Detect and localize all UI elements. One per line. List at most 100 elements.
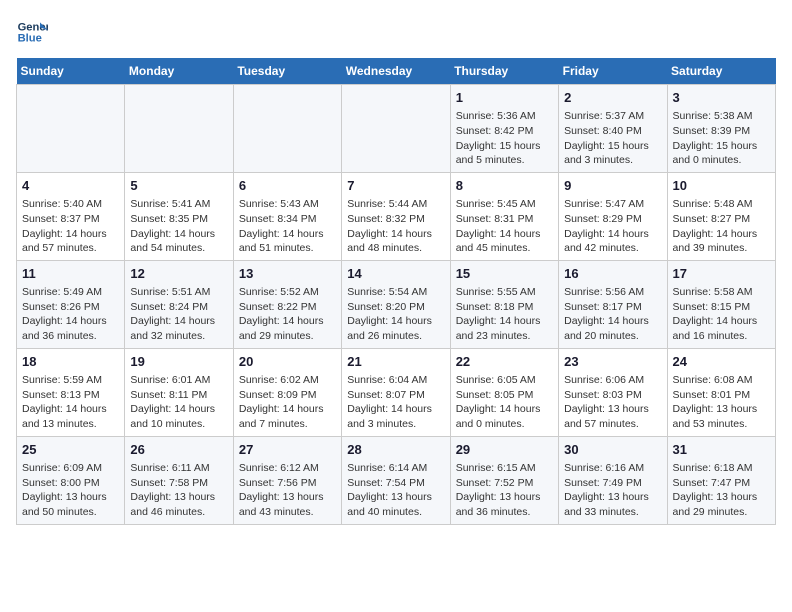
calendar-cell: 11 Sunrise: 5:49 AM Sunset: 8:26 PM Dayli… bbox=[17, 260, 125, 348]
calendar-cell: 9Sunrise: 5:47 AM Sunset: 8:29 PM Daylig… bbox=[559, 172, 667, 260]
day-number: 26 bbox=[130, 441, 227, 459]
calendar-table: SundayMondayTuesdayWednesdayThursdayFrid… bbox=[16, 58, 776, 525]
day-number: 31 bbox=[673, 441, 770, 459]
calendar-cell: 30 Sunrise: 6:16 AM Sunset: 7:49 PM Dayli… bbox=[559, 436, 667, 524]
day-content: Sunrise: 6:18 AM Sunset: 7:47 PM Dayligh… bbox=[673, 461, 770, 520]
day-number: 23 bbox=[564, 353, 661, 371]
day-number: 25 bbox=[22, 441, 119, 459]
calendar-cell: 14 Sunrise: 5:54 AM Sunset: 8:20 PM Dayli… bbox=[342, 260, 450, 348]
day-content: Sunrise: 5:37 AM Sunset: 8:40 PM Dayligh… bbox=[564, 109, 661, 168]
logo: General Blue bbox=[16, 16, 52, 48]
page-header: General Blue bbox=[16, 16, 776, 48]
day-content: Sunrise: 6:14 AM Sunset: 7:54 PM Dayligh… bbox=[347, 461, 444, 520]
day-header-monday: Monday bbox=[125, 58, 233, 85]
day-number: 10 bbox=[673, 177, 770, 195]
day-number: 12 bbox=[130, 265, 227, 283]
day-content: Sunrise: 6:09 AM Sunset: 8:00 PM Dayligh… bbox=[22, 461, 119, 520]
calendar-cell bbox=[342, 85, 450, 173]
day-number: 21 bbox=[347, 353, 444, 371]
calendar-cell: 17Sunrise: 5:58 AM Sunset: 8:15 PM Dayli… bbox=[667, 260, 775, 348]
day-content: Sunrise: 6:01 AM Sunset: 8:11 PM Dayligh… bbox=[130, 373, 227, 432]
calendar-cell: 5Sunrise: 5:41 AM Sunset: 8:35 PM Daylig… bbox=[125, 172, 233, 260]
day-header-sunday: Sunday bbox=[17, 58, 125, 85]
calendar-cell: 18 Sunrise: 5:59 AM Sunset: 8:13 PM Dayli… bbox=[17, 348, 125, 436]
day-number: 17 bbox=[673, 265, 770, 283]
calendar-week-row: 11 Sunrise: 5:49 AM Sunset: 8:26 PM Dayli… bbox=[17, 260, 776, 348]
day-content: Sunrise: 5:44 AM Sunset: 8:32 PM Dayligh… bbox=[347, 197, 444, 256]
day-number: 29 bbox=[456, 441, 553, 459]
calendar-week-row: 4 Sunrise: 5:40 AM Sunset: 8:37 PM Daylig… bbox=[17, 172, 776, 260]
day-number: 4 bbox=[22, 177, 119, 195]
calendar-cell: 2 Sunrise: 5:37 AM Sunset: 8:40 PM Daylig… bbox=[559, 85, 667, 173]
day-content: Sunrise: 6:15 AM Sunset: 7:52 PM Dayligh… bbox=[456, 461, 553, 520]
calendar-cell: 16Sunrise: 5:56 AM Sunset: 8:17 PM Dayli… bbox=[559, 260, 667, 348]
day-number: 13 bbox=[239, 265, 336, 283]
calendar-cell: 1Sunrise: 5:36 AM Sunset: 8:42 PM Daylig… bbox=[450, 85, 558, 173]
calendar-cell: 4 Sunrise: 5:40 AM Sunset: 8:37 PM Daylig… bbox=[17, 172, 125, 260]
calendar-week-row: 1Sunrise: 5:36 AM Sunset: 8:42 PM Daylig… bbox=[17, 85, 776, 173]
day-content: Sunrise: 5:45 AM Sunset: 8:31 PM Dayligh… bbox=[456, 197, 553, 256]
day-number: 20 bbox=[239, 353, 336, 371]
calendar-cell: 29 Sunrise: 6:15 AM Sunset: 7:52 PM Dayli… bbox=[450, 436, 558, 524]
calendar-cell: 25 Sunrise: 6:09 AM Sunset: 8:00 PM Dayli… bbox=[17, 436, 125, 524]
day-content: Sunrise: 6:05 AM Sunset: 8:05 PM Dayligh… bbox=[456, 373, 553, 432]
calendar-cell: 13 Sunrise: 5:52 AM Sunset: 8:22 PM Dayli… bbox=[233, 260, 341, 348]
calendar-cell bbox=[17, 85, 125, 173]
calendar-cell: 23 Sunrise: 6:06 AM Sunset: 8:03 PM Dayli… bbox=[559, 348, 667, 436]
day-content: Sunrise: 5:54 AM Sunset: 8:20 PM Dayligh… bbox=[347, 285, 444, 344]
day-content: Sunrise: 6:06 AM Sunset: 8:03 PM Dayligh… bbox=[564, 373, 661, 432]
day-number: 15 bbox=[456, 265, 553, 283]
day-number: 7 bbox=[347, 177, 444, 195]
calendar-cell: 26 Sunrise: 6:11 AM Sunset: 7:58 PM Dayli… bbox=[125, 436, 233, 524]
calendar-cell bbox=[233, 85, 341, 173]
calendar-cell: 31 Sunrise: 6:18 AM Sunset: 7:47 PM Dayli… bbox=[667, 436, 775, 524]
day-content: Sunrise: 5:59 AM Sunset: 8:13 PM Dayligh… bbox=[22, 373, 119, 432]
day-content: Sunrise: 5:48 AM Sunset: 8:27 PM Dayligh… bbox=[673, 197, 770, 256]
day-content: Sunrise: 5:55 AM Sunset: 8:18 PM Dayligh… bbox=[456, 285, 553, 344]
day-header-friday: Friday bbox=[559, 58, 667, 85]
day-header-tuesday: Tuesday bbox=[233, 58, 341, 85]
calendar-header-row: SundayMondayTuesdayWednesdayThursdayFrid… bbox=[17, 58, 776, 85]
calendar-cell: 21Sunrise: 6:04 AM Sunset: 8:07 PM Dayli… bbox=[342, 348, 450, 436]
day-content: Sunrise: 6:16 AM Sunset: 7:49 PM Dayligh… bbox=[564, 461, 661, 520]
day-number: 11 bbox=[22, 265, 119, 283]
day-header-saturday: Saturday bbox=[667, 58, 775, 85]
day-number: 2 bbox=[564, 89, 661, 107]
calendar-cell: 8 Sunrise: 5:45 AM Sunset: 8:31 PM Daylig… bbox=[450, 172, 558, 260]
day-number: 18 bbox=[22, 353, 119, 371]
day-number: 28 bbox=[347, 441, 444, 459]
day-content: Sunrise: 6:11 AM Sunset: 7:58 PM Dayligh… bbox=[130, 461, 227, 520]
day-content: Sunrise: 6:02 AM Sunset: 8:09 PM Dayligh… bbox=[239, 373, 336, 432]
day-content: Sunrise: 5:49 AM Sunset: 8:26 PM Dayligh… bbox=[22, 285, 119, 344]
calendar-cell: 20 Sunrise: 6:02 AM Sunset: 8:09 PM Dayli… bbox=[233, 348, 341, 436]
day-content: Sunrise: 5:43 AM Sunset: 8:34 PM Dayligh… bbox=[239, 197, 336, 256]
calendar-week-row: 18 Sunrise: 5:59 AM Sunset: 8:13 PM Dayli… bbox=[17, 348, 776, 436]
day-number: 6 bbox=[239, 177, 336, 195]
day-content: Sunrise: 5:40 AM Sunset: 8:37 PM Dayligh… bbox=[22, 197, 119, 256]
day-content: Sunrise: 5:38 AM Sunset: 8:39 PM Dayligh… bbox=[673, 109, 770, 168]
day-content: Sunrise: 5:51 AM Sunset: 8:24 PM Dayligh… bbox=[130, 285, 227, 344]
day-number: 16 bbox=[564, 265, 661, 283]
calendar-cell: 28 Sunrise: 6:14 AM Sunset: 7:54 PM Dayli… bbox=[342, 436, 450, 524]
day-content: Sunrise: 5:52 AM Sunset: 8:22 PM Dayligh… bbox=[239, 285, 336, 344]
calendar-cell: 24Sunrise: 6:08 AM Sunset: 8:01 PM Dayli… bbox=[667, 348, 775, 436]
svg-text:Blue: Blue bbox=[18, 33, 42, 45]
day-content: Sunrise: 6:08 AM Sunset: 8:01 PM Dayligh… bbox=[673, 373, 770, 432]
calendar-cell: 27Sunrise: 6:12 AM Sunset: 7:56 PM Dayli… bbox=[233, 436, 341, 524]
calendar-cell bbox=[125, 85, 233, 173]
day-header-thursday: Thursday bbox=[450, 58, 558, 85]
calendar-cell: 12 Sunrise: 5:51 AM Sunset: 8:24 PM Dayli… bbox=[125, 260, 233, 348]
day-content: Sunrise: 6:12 AM Sunset: 7:56 PM Dayligh… bbox=[239, 461, 336, 520]
day-number: 22 bbox=[456, 353, 553, 371]
day-number: 19 bbox=[130, 353, 227, 371]
calendar-cell: 6 Sunrise: 5:43 AM Sunset: 8:34 PM Daylig… bbox=[233, 172, 341, 260]
calendar-cell: 22 Sunrise: 6:05 AM Sunset: 8:05 PM Dayli… bbox=[450, 348, 558, 436]
day-number: 8 bbox=[456, 177, 553, 195]
calendar-week-row: 25 Sunrise: 6:09 AM Sunset: 8:00 PM Dayli… bbox=[17, 436, 776, 524]
day-number: 30 bbox=[564, 441, 661, 459]
day-number: 5 bbox=[130, 177, 227, 195]
day-number: 9 bbox=[564, 177, 661, 195]
calendar-cell: 3Sunrise: 5:38 AM Sunset: 8:39 PM Daylig… bbox=[667, 85, 775, 173]
day-number: 14 bbox=[347, 265, 444, 283]
day-content: Sunrise: 5:36 AM Sunset: 8:42 PM Dayligh… bbox=[456, 109, 553, 168]
